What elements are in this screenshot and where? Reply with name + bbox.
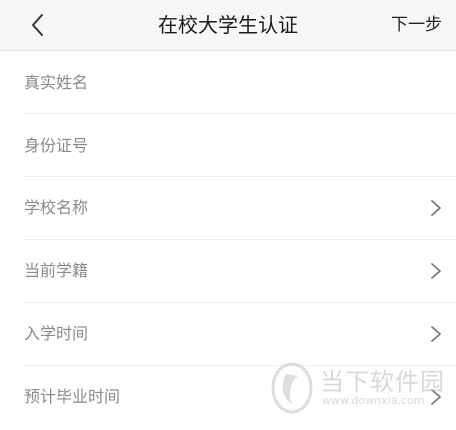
id-number-row	[24, 114, 456, 177]
real-name-row	[24, 51, 456, 114]
chevron-right-icon	[431, 200, 441, 216]
real-name-input[interactable]	[24, 51, 456, 113]
id-number-input[interactable]	[24, 114, 456, 176]
next-step-button[interactable]: 下一步	[391, 0, 442, 50]
navigation-bar: 在校大学生认证 下一步	[0, 0, 456, 51]
school-name-row[interactable]: 学校名称	[24, 177, 456, 240]
enrollment-time-label: 入学时间	[24, 324, 89, 343]
chevron-right-icon	[431, 389, 441, 405]
chevron-right-icon	[431, 263, 441, 279]
verification-form: 学校名称 当前学籍 入学时间 预计毕业时间	[0, 51, 456, 430]
student-status-label: 当前学籍	[24, 261, 89, 280]
school-name-label: 学校名称	[24, 198, 89, 217]
page-title: 在校大学生认证	[158, 13, 298, 37]
enrollment-time-row[interactable]: 入学时间	[24, 303, 456, 366]
student-status-row[interactable]: 当前学籍	[24, 240, 456, 303]
graduation-time-label: 预计毕业时间	[24, 387, 121, 406]
chevron-right-icon	[431, 326, 441, 342]
graduation-time-row[interactable]: 预计毕业时间	[24, 366, 456, 428]
